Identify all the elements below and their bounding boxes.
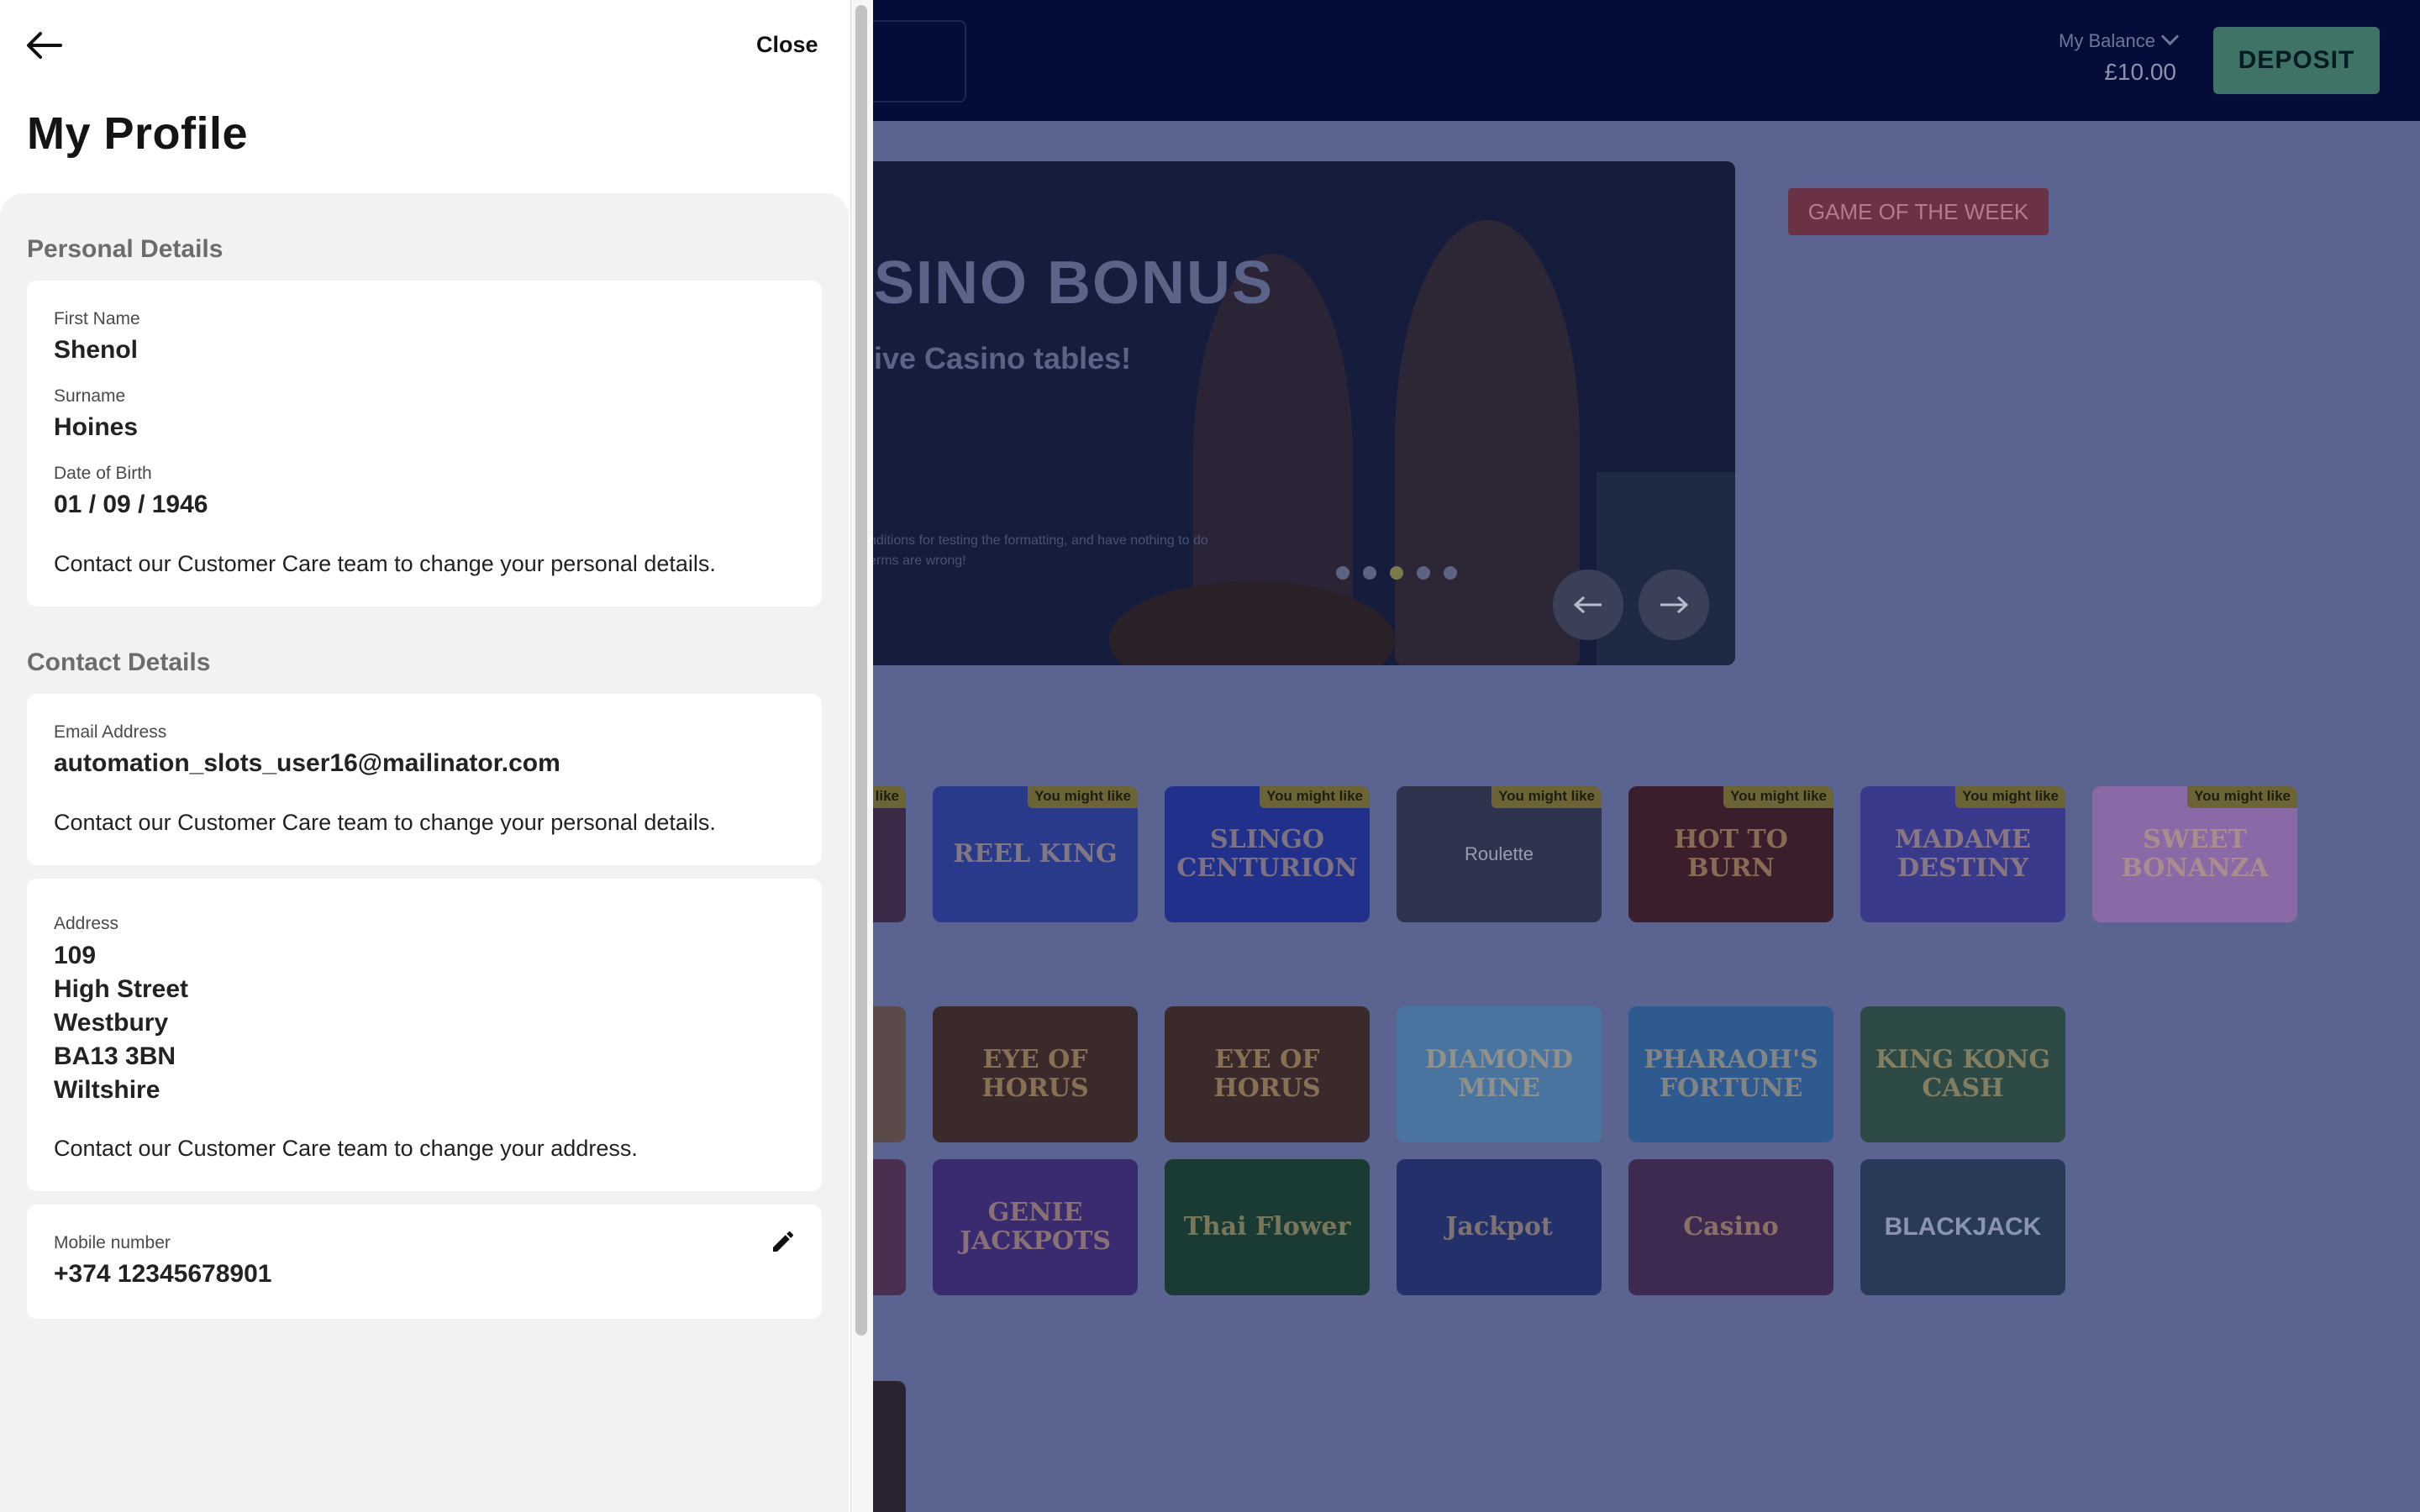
pencil-icon[interactable] xyxy=(770,1228,797,1255)
game-name: HOT TO BURN xyxy=(1674,825,1788,883)
mobile-value: +374 12345678901 xyxy=(54,1260,272,1288)
carousel-dot-active[interactable] xyxy=(1390,566,1403,580)
game-name: GENIE JACKPOTS xyxy=(959,1198,1112,1256)
email-card: Email Address automation_slots_user16@ma… xyxy=(27,694,822,865)
carousel-next-button[interactable] xyxy=(1639,570,1709,640)
carousel-dot[interactable] xyxy=(1417,566,1430,580)
game-tile[interactable]: EYE OF HORUS xyxy=(1165,1006,1370,1142)
game-tile[interactable]: KING KONG CASH xyxy=(1860,1006,2065,1142)
game-name: EYE OF HORUS xyxy=(981,1045,1089,1103)
hero-subtitle: ive Casino tables! xyxy=(874,341,1132,375)
balance-value: £10.00 xyxy=(2104,59,2176,85)
email-value: automation_slots_user16@mailinator.com xyxy=(54,749,560,777)
tile-tag: You might like xyxy=(2187,786,2297,808)
game-name: PHARAOH'S FORTUNE xyxy=(1644,1045,1818,1103)
surname-label: Surname xyxy=(54,386,126,406)
game-tile[interactable]: Casino xyxy=(1628,1159,1833,1295)
address-line: Wiltshire xyxy=(54,1076,160,1104)
game-name: DIAMOND MINE xyxy=(1424,1045,1574,1103)
balance-label[interactable]: My Balance xyxy=(2050,27,2180,52)
address-line: BA13 3BN xyxy=(54,1042,176,1070)
arrow-left-icon[interactable] xyxy=(25,30,62,60)
arrow-left-icon xyxy=(1573,596,1602,614)
game-name: KING KONG CASH xyxy=(1875,1045,2051,1103)
surname-value: Hoines xyxy=(54,413,139,441)
personal-details-card: First Name Shenol Surname Hoines Date of… xyxy=(27,281,822,606)
carousel-prev-button[interactable] xyxy=(1553,570,1623,640)
address-note: Contact our Customer Care team to change… xyxy=(54,1136,638,1161)
game-tile[interactable]: Roulette You might like xyxy=(1397,786,1602,922)
address-line: 109 xyxy=(54,942,97,969)
game-tile[interactable]: Jackpot xyxy=(1397,1159,1602,1295)
game-name: MADAME DESTINY xyxy=(1895,825,2031,883)
profile-panel: Close My Profile Personal Details First … xyxy=(0,0,850,1512)
dob-label: Date of Birth xyxy=(54,464,152,483)
contact-details-heading: Contact Details xyxy=(27,648,211,676)
game-tile[interactable]: SWEET BONANZA You might like xyxy=(2092,786,2297,922)
game-name: SWEET BONANZA xyxy=(2121,825,2269,883)
address-card: Address 109 High Street Westbury BA13 3B… xyxy=(27,879,822,1191)
profile-body: Personal Details First Name Shenol Surna… xyxy=(0,193,849,1512)
page-title: My Profile xyxy=(27,108,249,159)
close-button[interactable]: Close xyxy=(756,32,818,58)
game-name: Thai Flower xyxy=(1183,1212,1351,1242)
game-tile[interactable]: REEL KING You might like xyxy=(933,786,1138,922)
email-note: Contact our Customer Care team to change… xyxy=(54,810,716,835)
address-line: High Street xyxy=(54,975,189,1003)
game-tile[interactable]: HOT TO BURN You might like xyxy=(1628,786,1833,922)
game-tile[interactable]: Thai Flower xyxy=(1165,1159,1370,1295)
personal-details-note: Contact our Customer Care team to change… xyxy=(54,551,716,576)
game-name: SLINGO CENTURION xyxy=(1176,825,1358,883)
game-tile[interactable]: SLINGO CENTURION You might like xyxy=(1165,786,1370,922)
dob-value: 01 / 09 / 1946 xyxy=(54,491,208,518)
tile-tag: You might like xyxy=(1955,786,2065,808)
mobile-label: Mobile number xyxy=(54,1233,171,1252)
panel-scrollbar[interactable] xyxy=(850,0,873,1512)
game-name: REEL KING xyxy=(953,839,1118,869)
hero-banner[interactable]: SINO BONUS ive Casino tables! nditions f… xyxy=(857,161,1735,665)
tile-tag: like xyxy=(868,786,906,808)
first-name-value: Shenol xyxy=(54,336,139,364)
game-name: EYE OF HORUS xyxy=(1213,1045,1321,1103)
carousel-dots xyxy=(1336,566,1457,580)
game-tile[interactable]: GENIE JACKPOTS xyxy=(933,1159,1138,1295)
game-name: BLACKJACK xyxy=(1884,1213,2042,1241)
scrollbar-thumb[interactable] xyxy=(855,5,867,1336)
chevron-down-icon[interactable] xyxy=(2160,27,2180,46)
game-name: Jackpot xyxy=(1445,1212,1553,1242)
tile-tag: You might like xyxy=(1491,786,1602,808)
hero-terms: nditions for testing the formatting, and… xyxy=(869,533,1208,568)
balance-widget[interactable]: My Balance £10.00 xyxy=(2050,27,2180,86)
game-tile[interactable]: EYE OF HORUS xyxy=(933,1006,1138,1142)
tile-tag: You might like xyxy=(1028,786,1138,808)
address-value: 109 High Street Westbury BA13 3BN Wiltsh… xyxy=(54,939,188,1107)
deposit-button[interactable]: DEPOSIT xyxy=(2213,27,2380,94)
game-tile[interactable]: PHARAOH'S FORTUNE xyxy=(1628,1006,1833,1142)
personal-details-heading: Personal Details xyxy=(27,235,224,263)
game-tile[interactable]: MADAME DESTINY You might like xyxy=(1860,786,2065,922)
hero-title: SINO BONUS xyxy=(874,249,1275,317)
game-of-the-week-badge: GAME OF THE WEEK xyxy=(1788,188,2049,235)
email-label: Email Address xyxy=(54,722,167,742)
carousel-dot[interactable] xyxy=(1363,566,1376,580)
hero-dealer-image xyxy=(1395,220,1580,665)
carousel-dot[interactable] xyxy=(1336,566,1349,580)
address-line: Westbury xyxy=(54,1009,169,1037)
tile-tag: You might like xyxy=(1260,786,1370,808)
carousel-dot[interactable] xyxy=(1444,566,1457,580)
game-tile[interactable]: DIAMOND MINE xyxy=(1397,1006,1602,1142)
game-tile[interactable]: BLACKJACK xyxy=(1860,1159,2065,1295)
first-name-label: First Name xyxy=(54,309,140,328)
game-name: Casino xyxy=(1683,1212,1779,1242)
tile-tag: You might like xyxy=(1723,786,1833,808)
address-label: Address xyxy=(54,914,119,933)
arrow-right-icon xyxy=(1660,596,1689,614)
mobile-card: Mobile number +374 12345678901 xyxy=(27,1205,822,1319)
game-name: Roulette xyxy=(1465,843,1534,864)
